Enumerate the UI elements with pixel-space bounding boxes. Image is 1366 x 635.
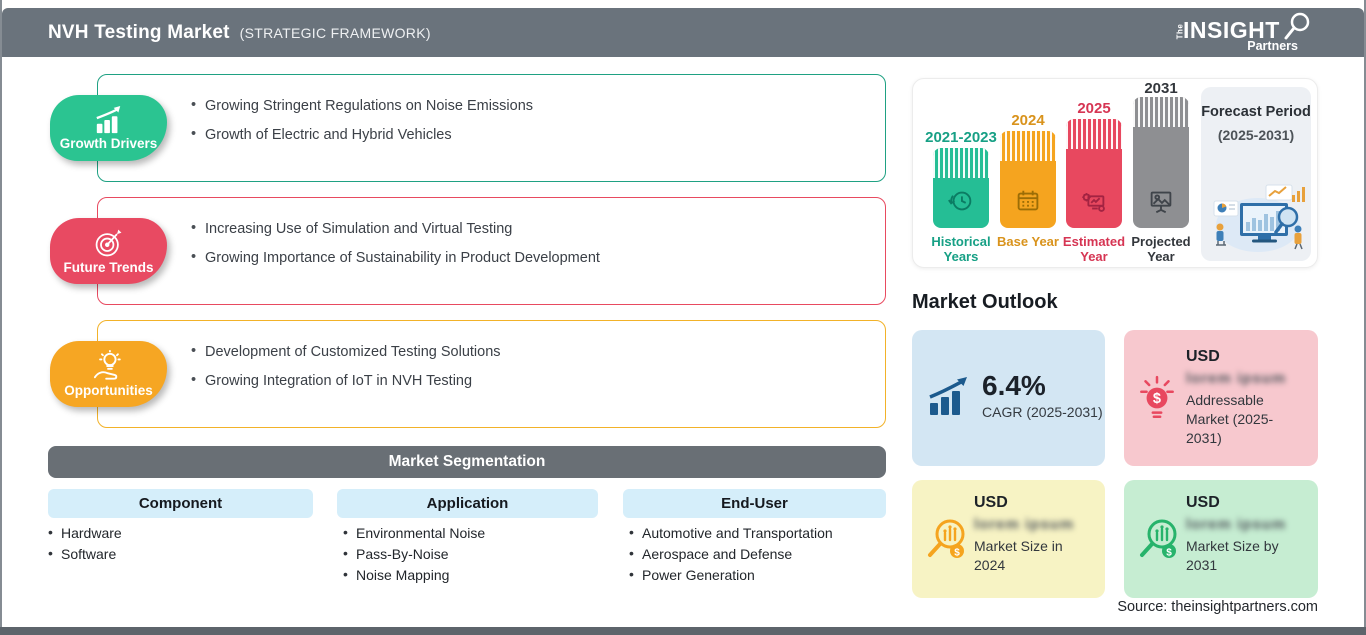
masked-value: lorem ipsum: [1186, 370, 1287, 387]
growth-chart-icon: [95, 105, 120, 134]
cagr-value: 6.4%: [982, 370, 1046, 401]
timeline-year: 2031: [1144, 80, 1178, 97]
growth-drivers-box: Growing Stringent Regulations on Noise E…: [97, 74, 886, 182]
infographic-root: NVH Testing Market (STRATEGIC FRAMEWORK)…: [0, 0, 1366, 635]
growth-driver-item: Growth of Electric and Hybrid Vehicles: [191, 126, 875, 144]
header-bar: NVH Testing Market (STRATEGIC FRAMEWORK)…: [2, 8, 1364, 57]
timeline-bar-estimated: [1066, 119, 1122, 228]
dollar-bulb-icon: $: [1140, 375, 1174, 419]
forecast-illustration: [1213, 184, 1305, 252]
page-subtitle: (STRATEGIC FRAMEWORK): [239, 24, 431, 41]
page-title: NVH Testing Market: [48, 21, 230, 43]
segment-item: Power Generation: [629, 567, 833, 582]
segment-header-enduser: End-User: [623, 489, 886, 518]
source-attribution: Source: theinsightpartners.com: [1117, 599, 1318, 615]
opportunity-item: Development of Customized Testing Soluti…: [191, 343, 875, 361]
logo-partners: Partners: [1247, 39, 1298, 53]
card-label: Market Size by 2031: [1186, 538, 1279, 573]
cagr-card: 6.4% CAGR (2025-2031): [912, 330, 1105, 466]
badge-label: Growth Drivers: [59, 136, 158, 151]
segment-list-enduser: Automotive and Transportation Aerospace …: [629, 525, 833, 589]
analysis-icon: [1082, 193, 1105, 212]
segment-list-application: Environmental Noise Pass-By-Noise Noise …: [343, 525, 485, 589]
segment-item: Software: [48, 546, 122, 561]
timeline-year: 2025: [1077, 100, 1111, 117]
insight-partners-logo: The INSIGHT Partners: [1175, 12, 1310, 57]
growth-driver-item: Growing Stringent Regulations on Noise E…: [191, 97, 875, 115]
currency-label: USD: [1186, 494, 1220, 511]
bottom-strip: [0, 627, 1366, 635]
segment-item: Automotive and Transportation: [629, 525, 833, 540]
timeline-bar-base: [1000, 131, 1056, 228]
opportunities-badge: Opportunities: [50, 341, 167, 407]
card-label: Market Size in 2024: [974, 538, 1063, 573]
forecast-title: Forecast Period: [1201, 104, 1311, 120]
currency-label: USD: [974, 494, 1008, 511]
bulb-hand-icon: [93, 350, 121, 380]
growth-drivers-badge: Growth Drivers: [50, 95, 167, 161]
svg-text:$: $: [1166, 548, 1172, 559]
segment-list-component: Hardware Software: [48, 525, 122, 568]
segment-header-application: Application: [337, 489, 598, 518]
svg-text:$: $: [954, 548, 960, 559]
segment-header-component: Component: [48, 489, 313, 518]
clock-icon: [948, 191, 972, 211]
target-icon: [95, 229, 121, 257]
segment-item: Aerospace and Defense: [629, 546, 833, 561]
market-size-2031-card: $ USD lorem ipsum Market Size by 2031: [1124, 480, 1318, 598]
masked-value: lorem ipsum: [1186, 516, 1287, 533]
opportunity-item: Growing Integration of IoT in NVH Testin…: [191, 372, 875, 390]
segment-item: Hardware: [48, 525, 122, 540]
future-trends-badge: Future Trends: [50, 218, 167, 284]
segment-item: Environmental Noise: [343, 525, 485, 540]
left-border: [0, 0, 2, 635]
calendar-icon: [1017, 190, 1039, 211]
card-label: Addressable Market (2025-2031): [1186, 392, 1274, 446]
segment-item: Pass-By-Noise: [343, 546, 485, 561]
magnifier-chart-icon: $: [1140, 519, 1177, 559]
presentation-icon: [1150, 191, 1172, 214]
segmentation-title-bar: Market Segmentation: [48, 446, 886, 478]
currency-label: USD: [1186, 348, 1220, 365]
market-outlook-title: Market Outlook: [912, 291, 1058, 313]
masked-value: lorem ipsum: [974, 516, 1075, 533]
segment-item: Noise Mapping: [343, 567, 485, 582]
forecast-panel: Forecast Period (2025-2031): [1201, 87, 1311, 261]
badge-label: Future Trends: [63, 260, 154, 275]
timeline-bar-projected: [1133, 97, 1189, 228]
future-trend-item: Growing Importance of Sustainability in …: [191, 249, 875, 267]
future-trends-box: Increasing Use of Simulation and Virtual…: [97, 197, 886, 305]
timeline-year: 2021-2023: [925, 129, 997, 146]
badge-label: Opportunities: [64, 383, 153, 398]
timeline-card: 2021-2023 2024 2025 2031 Historical Year…: [912, 78, 1318, 268]
growth-chart-icon: [929, 376, 967, 415]
cagr-label: CAGR (2025-2031): [982, 404, 1103, 420]
market-size-2024-card: $ USD lorem ipsum Market Size in 2024: [912, 480, 1105, 598]
timeline-label: Projected Year: [1131, 234, 1191, 264]
addressable-market-card: $ USD lorem ipsum Addressable Market (20…: [1124, 330, 1318, 466]
future-trend-item: Increasing Use of Simulation and Virtual…: [191, 220, 875, 238]
timeline-bar-historical: [933, 148, 989, 228]
svg-text:$: $: [1153, 391, 1161, 407]
magnifier-chart-icon: $: [928, 519, 965, 559]
opportunities-box: Development of Customized Testing Soluti…: [97, 320, 886, 428]
forecast-range: (2025-2031): [1217, 127, 1295, 143]
